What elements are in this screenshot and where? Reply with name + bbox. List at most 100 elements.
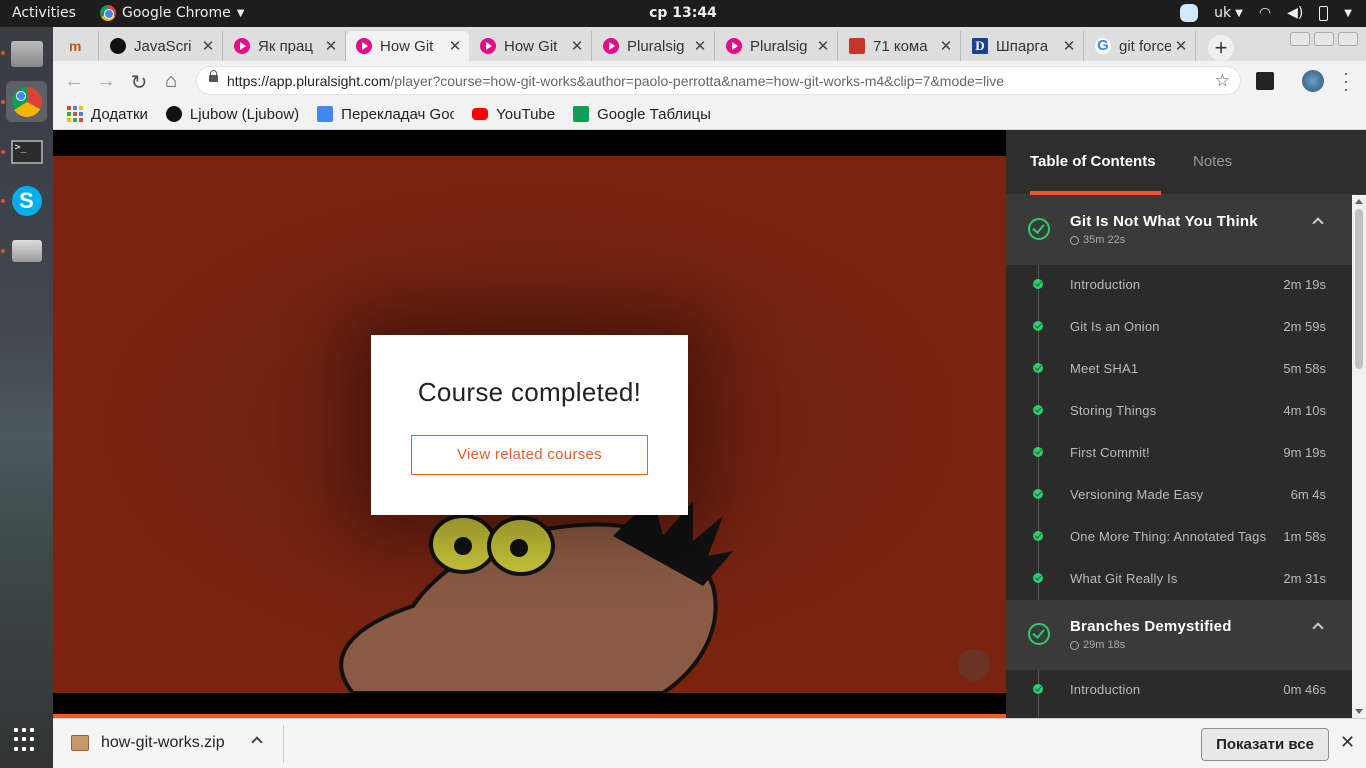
tab-git-force[interactable]: G git force ✕ [1085, 31, 1196, 61]
scroll-down-icon[interactable] [1355, 709, 1363, 714]
bookmark-translate[interactable]: Перекладач Goo [317, 106, 454, 123]
tab-pluralsight-1[interactable]: Pluralsig ✕ [593, 31, 715, 61]
minimize-button[interactable] [1290, 32, 1310, 46]
tab-table-of-contents[interactable]: Table of Contents [1030, 153, 1156, 170]
habr-icon [849, 38, 865, 54]
video-player[interactable]: Course completed! View related courses [53, 130, 1006, 718]
bookmark-ljubow[interactable]: Ljubow (Ljubow) [165, 106, 299, 123]
tab-habr[interactable]: 71 кома ✕ [839, 31, 961, 61]
running-indicator [1, 100, 5, 104]
close-icon[interactable]: ✕ [445, 37, 465, 55]
scroll-up-icon[interactable] [1355, 199, 1363, 204]
tab-how-git[interactable]: How Git ✕ [470, 31, 592, 61]
clip-item[interactable]: Storing Things 4m 10s [1006, 389, 1352, 431]
home-icon[interactable]: ⌂ [160, 70, 182, 93]
clip-item[interactable]: Introduction 2m 19s [1006, 263, 1352, 305]
clock-icon [1070, 640, 1079, 650]
url-host: https://app.pluralsight.com [227, 73, 391, 89]
maximize-button[interactable] [1314, 32, 1334, 46]
close-icon[interactable]: ✕ [1171, 37, 1191, 55]
chevron-up-icon[interactable] [251, 736, 263, 748]
view-related-courses-button[interactable]: View related courses [411, 435, 648, 475]
close-icon[interactable]: ✕ [198, 37, 218, 55]
github-icon [165, 106, 182, 122]
chevron-up-icon[interactable] [1312, 217, 1324, 229]
files-launcher[interactable] [6, 33, 47, 74]
bookmark-label: Перекладач Goo [341, 105, 455, 123]
system-tray[interactable]: uk ▼ ◠ ◀) ▼ [1180, 4, 1352, 22]
extension-icon[interactable] [1256, 72, 1274, 90]
clip-duration: 0m 46s [1283, 682, 1326, 697]
download-item[interactable]: how-git-works.zip [71, 734, 225, 752]
app-menu[interactable]: Google Chrome ▼ [100, 5, 244, 21]
bookmark-label: Додатки [91, 105, 148, 123]
youtube-icon [472, 108, 489, 120]
system-top-bar: Activities Google Chrome ▼ ср 13:44 uk ▼… [0, 0, 1366, 27]
scrollbar-thumb[interactable] [1355, 209, 1363, 369]
tab-javascript[interactable]: JavaScri ✕ [100, 31, 223, 61]
tab-pluralsight-2[interactable]: Pluralsig ✕ [716, 31, 838, 61]
chevron-up-icon[interactable] [1312, 622, 1324, 634]
skype-launcher[interactable]: S [6, 180, 47, 221]
tab-title: Pluralsig [627, 37, 685, 55]
clock[interactable]: ср 13:44 [649, 5, 717, 21]
clip-item[interactable]: First Commit! 9m 19s [1006, 431, 1352, 473]
language-indicator[interactable]: uk [1214, 5, 1231, 21]
bookmark-sheets[interactable]: Google Таблицы [573, 106, 711, 123]
clip-item[interactable]: Meet SHA1 5m 58s [1006, 347, 1352, 389]
clip-title: Git Is an Onion [1070, 319, 1160, 334]
tab-yak-prats[interactable]: Як прац ✕ [224, 31, 346, 61]
close-icon[interactable]: ✕ [1059, 37, 1079, 55]
star-icon[interactable]: ☆ [1215, 71, 1230, 91]
google-icon: G [1095, 38, 1111, 54]
chrome-launcher[interactable] [6, 81, 47, 122]
forward-icon[interactable]: → [95, 70, 117, 93]
running-indicator [1, 150, 5, 154]
close-icon[interactable]: ✕ [690, 37, 710, 55]
bookmark-apps[interactable]: Додатки [67, 106, 148, 123]
completed-check-icon [1028, 623, 1050, 645]
skype-tray-icon[interactable] [1180, 4, 1199, 22]
module-branches-demystified[interactable]: Branches Demystified 29m 18s [1006, 600, 1352, 670]
bookmark-label: YouTube [496, 105, 556, 123]
screenshot-launcher[interactable] [6, 230, 47, 271]
bookmark-youtube[interactable]: YouTube [472, 106, 555, 123]
window-close-button[interactable] [1338, 32, 1358, 46]
back-icon[interactable]: ← [63, 70, 85, 93]
clip-item[interactable]: Git Is an Onion 2m 59s [1006, 305, 1352, 347]
show-applications-icon[interactable] [14, 728, 38, 752]
module-git-is-not-what-you-think[interactable]: Git Is Not What You Think 35m 22s [1006, 195, 1352, 265]
launcher-dock: >_ S [0, 27, 53, 768]
close-icon[interactable]: ✕ [813, 37, 833, 55]
tab-shpargalka[interactable]: D Шпарга ✕ [962, 31, 1084, 61]
tab-how-git-active[interactable]: How Git ✕ [346, 31, 469, 61]
address-bar[interactable]: https://app.pluralsight.com/player?cours… [196, 66, 1241, 95]
sidebar-scrollbar[interactable] [1352, 195, 1366, 718]
tab-notes[interactable]: Notes [1193, 153, 1232, 170]
close-icon[interactable]: ✕ [936, 37, 956, 55]
dialog-title: Course completed! [417, 377, 642, 407]
clip-item[interactable]: Versioning Made Easy 6m 4s [1006, 473, 1352, 515]
zip-file-icon [71, 735, 89, 751]
moodle-icon: m [69, 38, 82, 54]
terminal-launcher[interactable]: >_ [6, 131, 47, 172]
clip-title: Introduction [1070, 277, 1141, 292]
url-path: /player?course=how-git-works&author=paol… [390, 73, 1004, 89]
translate-icon [317, 106, 334, 122]
clip-item[interactable]: One More Thing: Annotated Tags 1m 58s [1006, 515, 1352, 557]
clip-title: What Git Really Is [1070, 571, 1178, 586]
clip-duration: 5m 58s [1283, 361, 1326, 376]
activities-button[interactable]: Activities [12, 5, 76, 21]
profile-avatar[interactable] [1302, 70, 1324, 92]
menu-icon[interactable]: · · · [1343, 64, 1349, 98]
close-icon[interactable]: ✕ [567, 37, 587, 55]
close-icon[interactable]: ✕ [321, 37, 341, 55]
new-tab-button[interactable]: + [1208, 35, 1234, 61]
reload-icon[interactable]: ↻ [128, 70, 150, 95]
close-icon[interactable]: ✕ [1340, 732, 1355, 753]
replay-icon[interactable] [958, 649, 990, 681]
show-all-button[interactable]: Показати все [1201, 728, 1329, 761]
clip-item[interactable]: What Git Really Is 2m 31s [1006, 557, 1352, 599]
tab-moodle[interactable]: m [59, 31, 99, 61]
clip-item[interactable]: Introduction 0m 46s [1006, 668, 1352, 710]
